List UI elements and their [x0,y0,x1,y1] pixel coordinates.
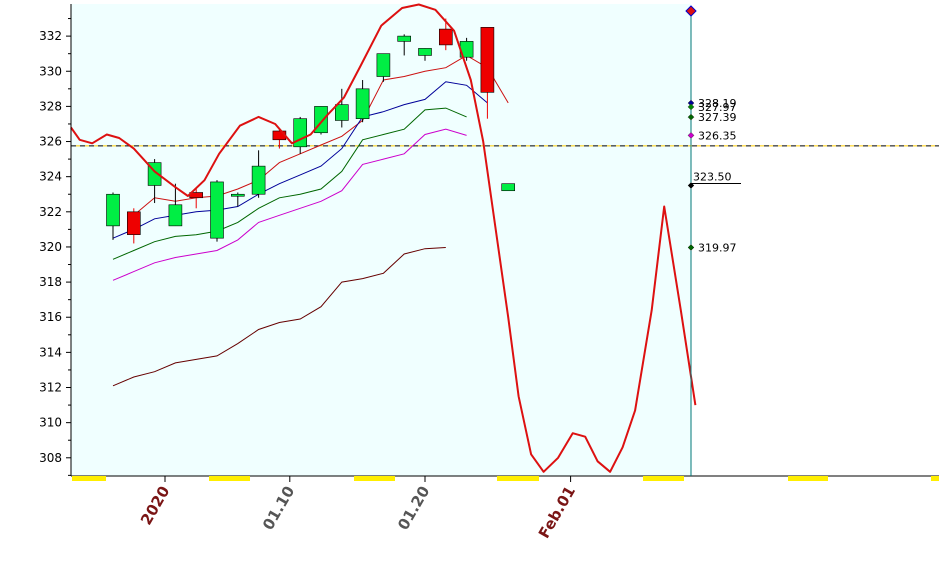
value-label: 319.97 [698,241,737,254]
candle-body [210,181,224,239]
x-highlight-band [497,476,539,481]
candle-body [334,104,349,121]
x-highlight-band [72,476,106,481]
candle-body [355,88,370,119]
y-tick-label: 322 [39,205,62,219]
candle-body [168,204,183,227]
x-highlight-band [931,476,939,481]
candle-body [127,211,141,235]
y-tick-label: 332 [39,29,62,43]
y-tick-label: 310 [39,416,62,430]
candle-body [418,48,432,56]
y-tick-label: 308 [39,451,62,465]
y-tick-label: 314 [39,345,62,359]
y-tick-label: 316 [39,310,62,324]
x-highlight-band [643,476,684,481]
value-label: 326.35 [698,129,737,142]
y-tick-label: 312 [39,381,62,395]
candle-11 [314,106,328,135]
y-tick-label: 330 [39,64,62,78]
candle-body [376,53,391,77]
candle-body [397,35,412,42]
candle-body [251,165,266,195]
candle-body [480,27,495,93]
price-chart: 3323303283263243223203183163143123103082… [0,0,939,574]
y-tick-label: 318 [39,275,62,289]
candle-6 [210,180,224,242]
value-label: 327.39 [698,111,737,124]
x-highlight-band [354,476,395,481]
x-highlight-band [788,476,828,481]
candle-body [106,193,120,227]
y-tick-label: 326 [39,135,62,149]
y-tick-label: 324 [39,170,62,184]
y-tick-label: 320 [39,240,62,254]
candle-body [438,28,453,46]
value-label: 323.50 [693,170,732,183]
candle-body [501,183,516,192]
y-tick-label: 328 [39,99,62,113]
candle-body [231,193,245,197]
candle-20 [501,183,516,192]
x-highlight-band [209,476,250,481]
